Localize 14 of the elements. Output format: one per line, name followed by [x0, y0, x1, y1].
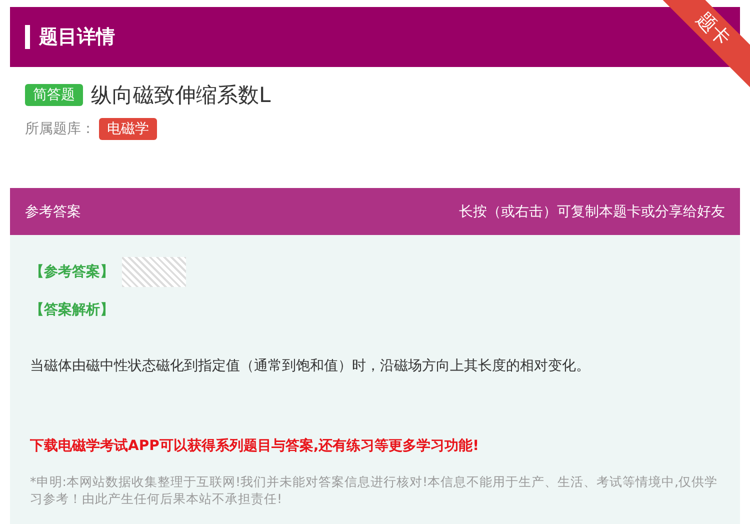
- title-accent-bar: [25, 25, 30, 49]
- question-type-tag: 简答题: [25, 84, 83, 106]
- answer-label: 【参考答案】: [30, 263, 114, 281]
- analysis-text: 当磁体由磁中性状态磁化到指定值（通常到饱和值）时，沿磁场方向上其长度的相对变化。: [30, 357, 591, 375]
- panel-title: 参考答案: [25, 202, 81, 220]
- analysis-label: 【答案解析】: [30, 301, 115, 319]
- question-title: 纵向磁致伸缩系数L: [91, 82, 271, 109]
- promo-text[interactable]: 下载电磁学考试APP可以获得系列题目与答案,还有练习等更多学习功能!: [30, 437, 720, 455]
- disclaimer-text: *申明:本网站数据收集整理于互联网!我们并未能对答案信息进行核对!本信息不能用于生产、生活、考试等情境中,仅供学习参考！由此产生任何后果本站不承担责任!: [30, 473, 718, 507]
- bank-tag[interactable]: 电磁学: [99, 118, 157, 140]
- bank-label: 所属题库：: [25, 120, 95, 138]
- answer-image-placeholder: [122, 257, 186, 287]
- header-title: 题目详情: [39, 25, 115, 50]
- share-hint: 长按（或右击）可复制本题卡或分享给好友: [459, 202, 725, 220]
